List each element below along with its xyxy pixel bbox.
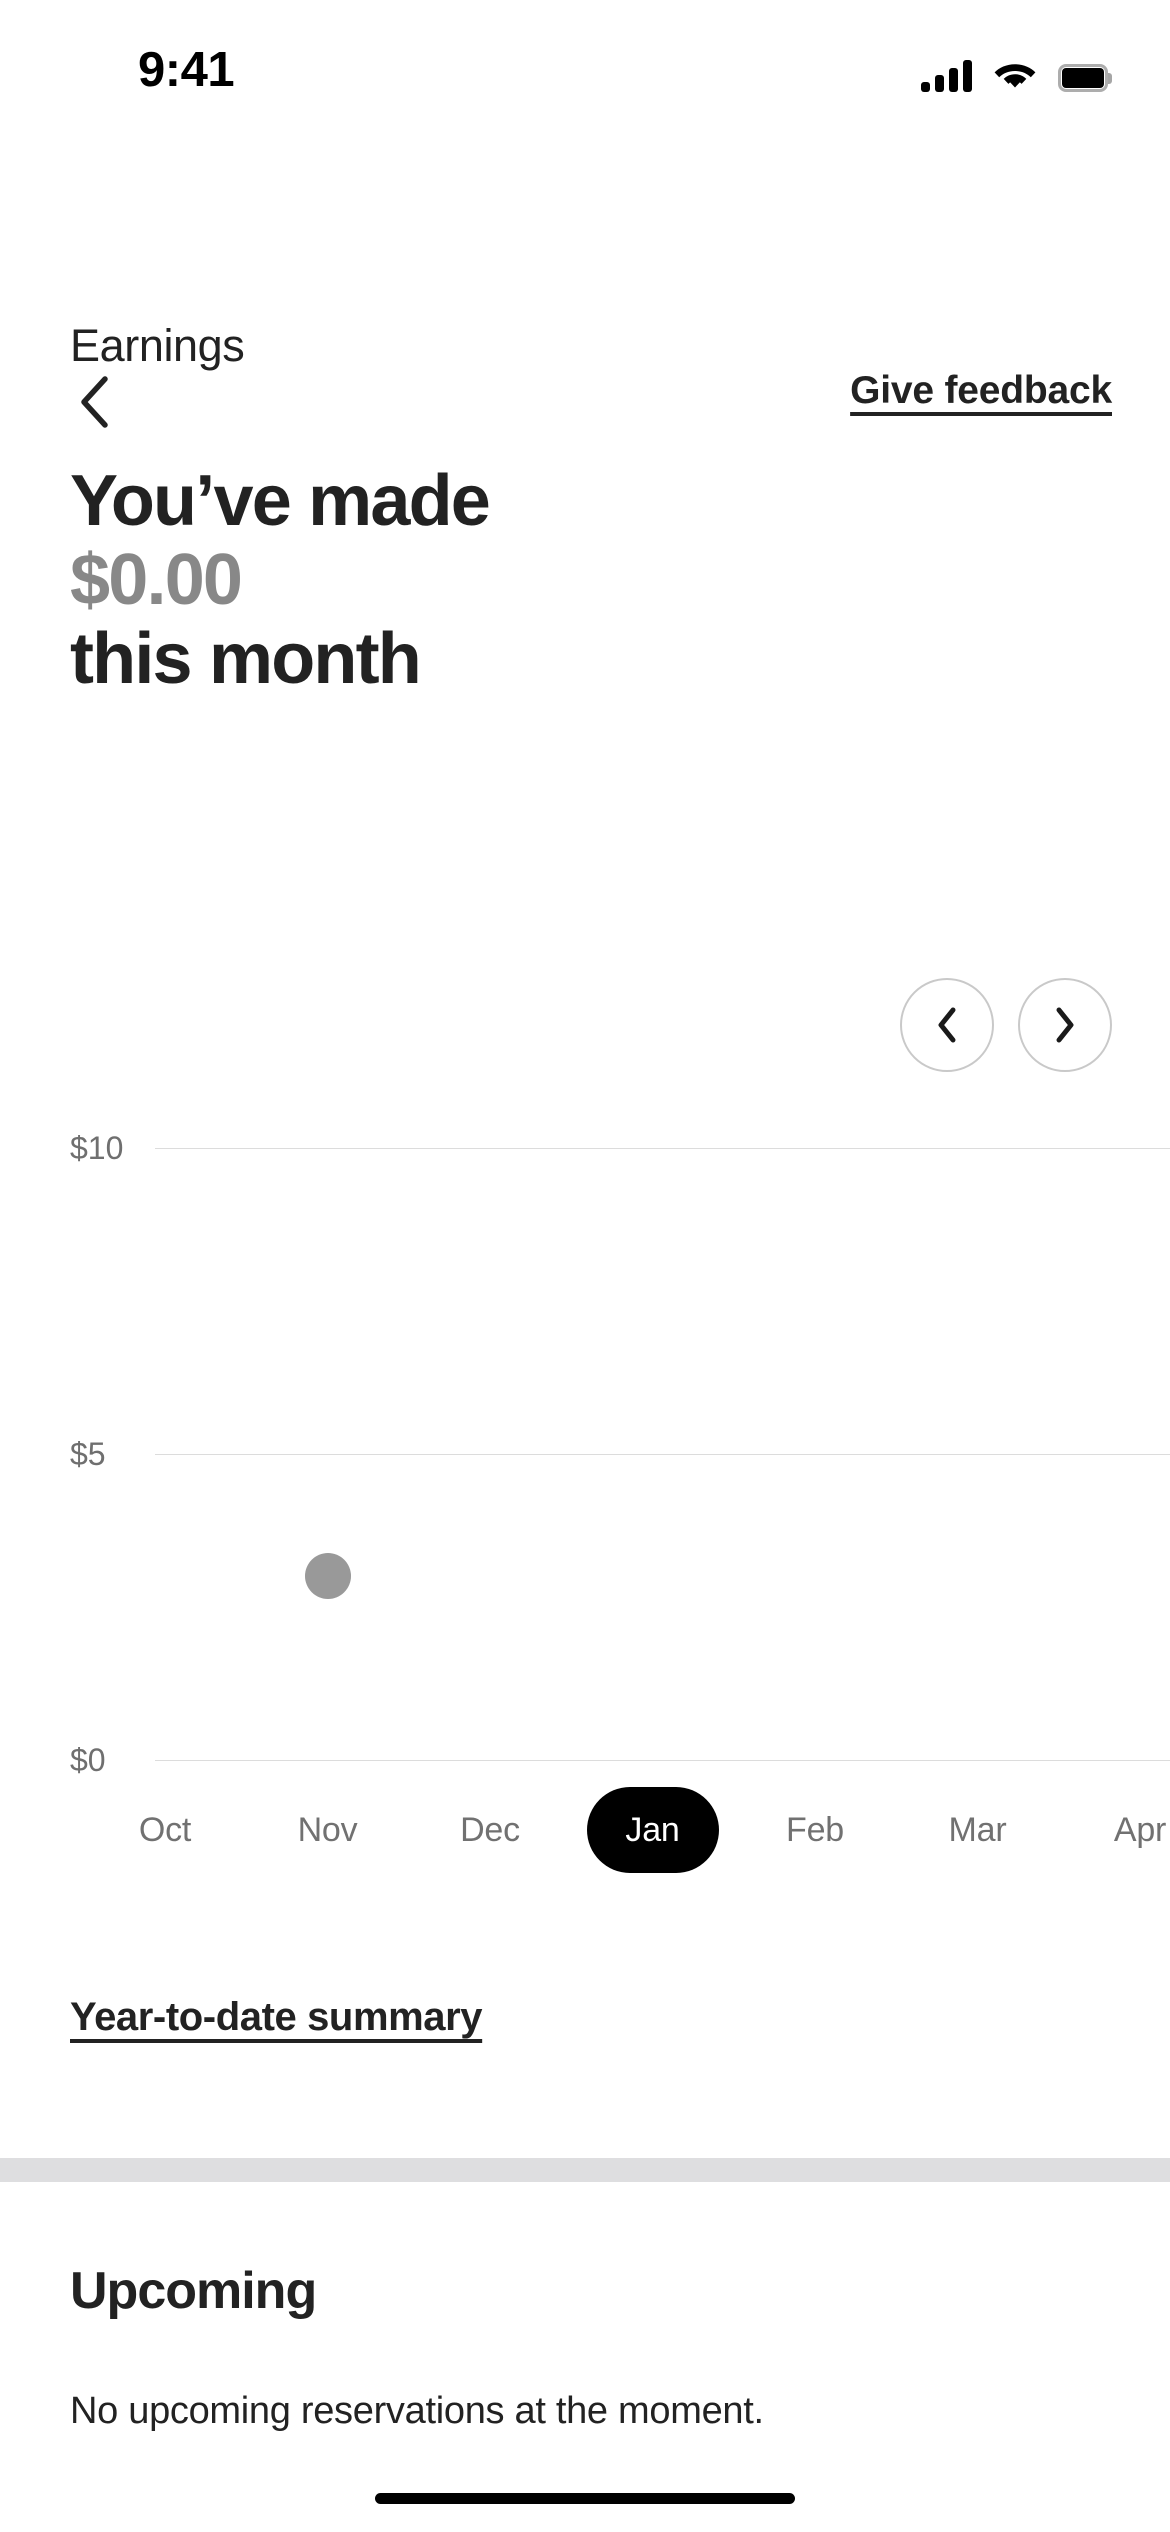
chart-y-axis-label: $10 (70, 1130, 124, 1166)
home-indicator (375, 2493, 795, 2504)
chart-month-dec[interactable]: Dec (430, 1787, 550, 1873)
upcoming-section-title: Upcoming (70, 2262, 317, 2320)
status-bar-time: 9:41 (138, 43, 235, 97)
headline-line-2: this month (70, 619, 422, 699)
cellular-signal-icon (921, 60, 972, 92)
status-bar-icons (921, 50, 1112, 92)
chevron-right-icon (1053, 1007, 1077, 1043)
chart-gridline (155, 1148, 1170, 1149)
chevron-left-icon (78, 376, 110, 428)
chart-pagination (900, 978, 1112, 1072)
chart-next-button[interactable] (1018, 978, 1112, 1072)
chart-month-jan[interactable]: Jan (586, 1787, 719, 1873)
chart-month-feb[interactable]: Feb (755, 1787, 875, 1873)
chart-month-mar[interactable]: Mar (918, 1787, 1038, 1873)
status-bar: 9:41 (0, 0, 1170, 118)
page-title: You’ve made $0.00 this month (70, 462, 1070, 699)
chart-month-nov[interactable]: Nov (268, 1787, 388, 1873)
headline-line-1: You’ve made (70, 461, 491, 541)
chart-month-selector: Oct Nov Dec Jan Feb Mar Apr (0, 1787, 1170, 1873)
navigation-bar: Give feedback (0, 180, 1170, 428)
chart-month-apr[interactable]: Apr (1080, 1787, 1170, 1873)
chart-prev-button[interactable] (900, 978, 994, 1072)
wifi-icon (994, 61, 1036, 92)
earnings-screen: 9:41 Give feedback Earnings You’ve made … (0, 0, 1170, 2532)
give-feedback-link[interactable]: Give feedback (850, 369, 1112, 413)
chevron-left-icon (935, 1007, 959, 1043)
chart-month-oct[interactable]: Oct (105, 1787, 225, 1873)
upcoming-empty-message: No upcoming reservations at the moment. (70, 2390, 764, 2432)
section-divider (0, 2158, 1170, 2182)
earnings-chart: $0 $5 $10 (0, 1120, 1170, 1820)
page-eyebrow: Earnings (70, 320, 245, 371)
chart-gridline (155, 1454, 1170, 1455)
year-to-date-summary-link[interactable]: Year-to-date summary (70, 1995, 483, 2039)
battery-full-icon (1058, 64, 1112, 92)
chart-data-point[interactable] (304, 1553, 351, 1600)
chart-y-axis-label: $0 (70, 1742, 106, 1778)
chart-gridline (155, 1760, 1170, 1761)
chart-y-axis-label: $5 (70, 1436, 106, 1472)
back-button[interactable] (62, 370, 126, 434)
earnings-amount: $0.00 (70, 540, 243, 620)
